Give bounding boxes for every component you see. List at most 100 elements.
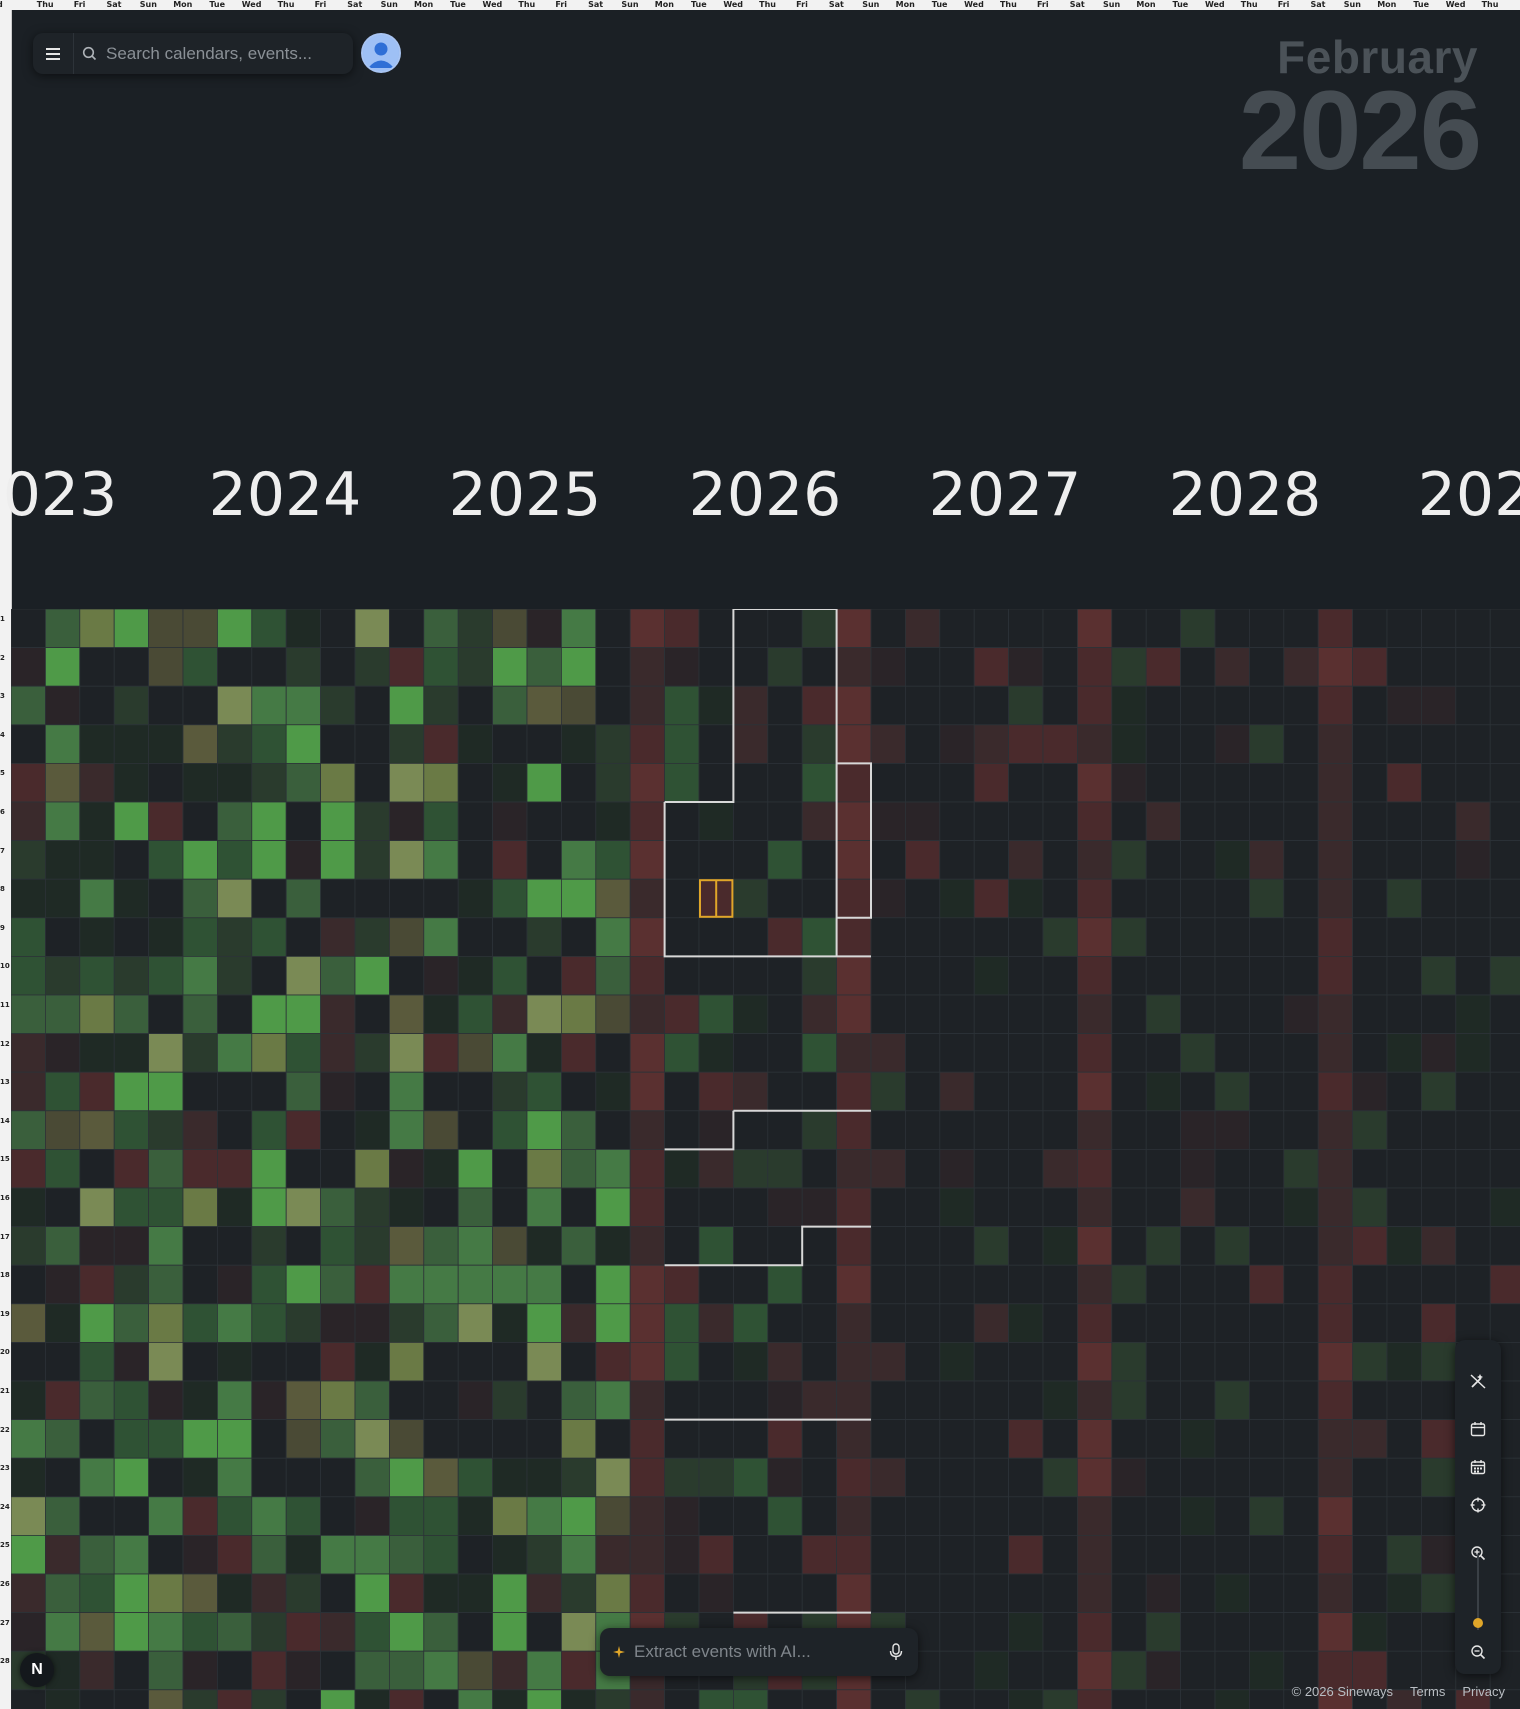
day-cell[interactable] [79, 609, 115, 648]
day-cell[interactable] [629, 840, 666, 880]
day-cell[interactable] [664, 1342, 700, 1382]
day-cell[interactable] [113, 1033, 149, 1073]
day-cell[interactable] [1008, 1496, 1044, 1536]
day-cell[interactable] [1077, 840, 1113, 880]
day-cell[interactable] [216, 1110, 253, 1150]
day-cell[interactable] [11, 840, 46, 880]
day-cell[interactable] [870, 1303, 906, 1343]
day-cell[interactable] [320, 1226, 356, 1266]
day-cell[interactable] [698, 801, 734, 841]
day-cell[interactable] [79, 1419, 115, 1459]
day-cell[interactable] [1008, 801, 1044, 841]
day-cell[interactable] [1180, 1573, 1216, 1613]
day-cell[interactable] [905, 762, 941, 803]
day-cell[interactable] [1455, 1226, 1491, 1266]
day-cell[interactable] [836, 1149, 872, 1189]
day-cell[interactable] [113, 1071, 149, 1112]
day-cell[interactable] [801, 1535, 838, 1575]
day-cell[interactable] [1283, 1110, 1319, 1150]
day-cell[interactable] [561, 1380, 597, 1420]
day-cell[interactable] [1214, 1033, 1250, 1073]
day-cell[interactable] [1249, 840, 1285, 880]
day-cell[interactable] [870, 685, 906, 726]
day-cell[interactable] [1421, 1149, 1457, 1189]
day-cell[interactable] [1111, 1226, 1147, 1266]
day-cell[interactable] [285, 1380, 322, 1420]
day-cell[interactable] [767, 840, 803, 880]
day-cell[interactable] [698, 1110, 734, 1150]
day-cell[interactable] [1317, 801, 1353, 841]
day-cell[interactable] [1352, 878, 1388, 919]
day-cell[interactable] [182, 1110, 218, 1150]
day-cell[interactable] [1077, 955, 1113, 996]
day-cell[interactable] [79, 801, 115, 841]
day-cell[interactable] [1180, 685, 1216, 726]
day-cell[interactable] [1111, 1689, 1147, 1709]
day-cell[interactable] [320, 1303, 356, 1343]
day-cell[interactable] [733, 1187, 769, 1227]
day-cell[interactable] [664, 955, 700, 996]
day-cell[interactable] [1283, 994, 1319, 1034]
day-cell[interactable] [801, 1342, 838, 1382]
day-cell[interactable] [1008, 1380, 1044, 1420]
day-cell[interactable] [492, 878, 528, 919]
day-cell[interactable] [836, 685, 872, 726]
day-cell[interactable] [251, 1264, 287, 1305]
day-cell[interactable] [182, 840, 218, 880]
day-cell[interactable] [113, 1226, 149, 1266]
day-cell[interactable] [423, 878, 459, 919]
day-cell[interactable] [148, 1264, 184, 1305]
day-cell[interactable] [1421, 1071, 1457, 1112]
day-cell[interactable] [939, 1496, 975, 1536]
day-cell[interactable] [664, 1457, 700, 1498]
day-cell[interactable] [1283, 878, 1319, 919]
day-cell[interactable] [1077, 1110, 1113, 1150]
day-cell[interactable] [182, 1689, 218, 1709]
day-cell[interactable] [45, 1689, 81, 1709]
day-cell[interactable] [1489, 647, 1520, 687]
day-cell[interactable] [388, 609, 425, 648]
day-cell[interactable] [1249, 1380, 1285, 1420]
day-cell[interactable] [733, 1264, 769, 1305]
day-cell[interactable] [733, 878, 769, 919]
day-cell[interactable] [1145, 685, 1181, 726]
day-cell[interactable] [526, 1496, 562, 1536]
day-cell[interactable] [1180, 801, 1216, 841]
day-cell[interactable] [698, 724, 734, 764]
day-cell[interactable] [285, 994, 322, 1034]
day-cell[interactable] [1042, 1496, 1078, 1536]
day-cell[interactable] [1077, 609, 1113, 648]
day-cell[interactable] [1214, 724, 1250, 764]
day-cell[interactable] [526, 1110, 562, 1150]
day-cell[interactable] [1283, 647, 1319, 687]
day-cell[interactable] [526, 1149, 562, 1189]
day-cell[interactable] [973, 685, 1010, 726]
day-cell[interactable] [457, 1264, 494, 1305]
day-cell[interactable] [629, 1303, 666, 1343]
day-cell[interactable] [939, 994, 975, 1034]
day-cell[interactable] [148, 1535, 184, 1575]
day-cell[interactable] [698, 1573, 734, 1613]
day-cell[interactable] [973, 1110, 1010, 1150]
day-cell[interactable] [870, 724, 906, 764]
day-cell[interactable] [870, 955, 906, 996]
day-cell[interactable] [801, 1264, 838, 1305]
day-cell[interactable] [1283, 955, 1319, 996]
day-cell[interactable] [629, 878, 666, 919]
day-cell[interactable] [423, 1419, 459, 1459]
day-cell[interactable] [113, 685, 149, 726]
day-cell[interactable] [595, 1264, 631, 1305]
day-cell[interactable] [11, 878, 46, 919]
day-cell[interactable] [182, 762, 218, 803]
day-cell[interactable] [1111, 609, 1147, 648]
day-cell[interactable] [801, 1496, 838, 1536]
day-cell[interactable] [216, 1535, 253, 1575]
day-cell[interactable] [1283, 1573, 1319, 1613]
day-cell[interactable] [113, 801, 149, 841]
day-cell[interactable] [1317, 1496, 1353, 1536]
day-cell[interactable] [870, 1457, 906, 1498]
calendar-month-button[interactable] [1455, 1450, 1501, 1484]
day-cell[interactable] [1283, 840, 1319, 880]
day-cell[interactable] [973, 1650, 1010, 1691]
day-cell[interactable] [182, 1149, 218, 1189]
